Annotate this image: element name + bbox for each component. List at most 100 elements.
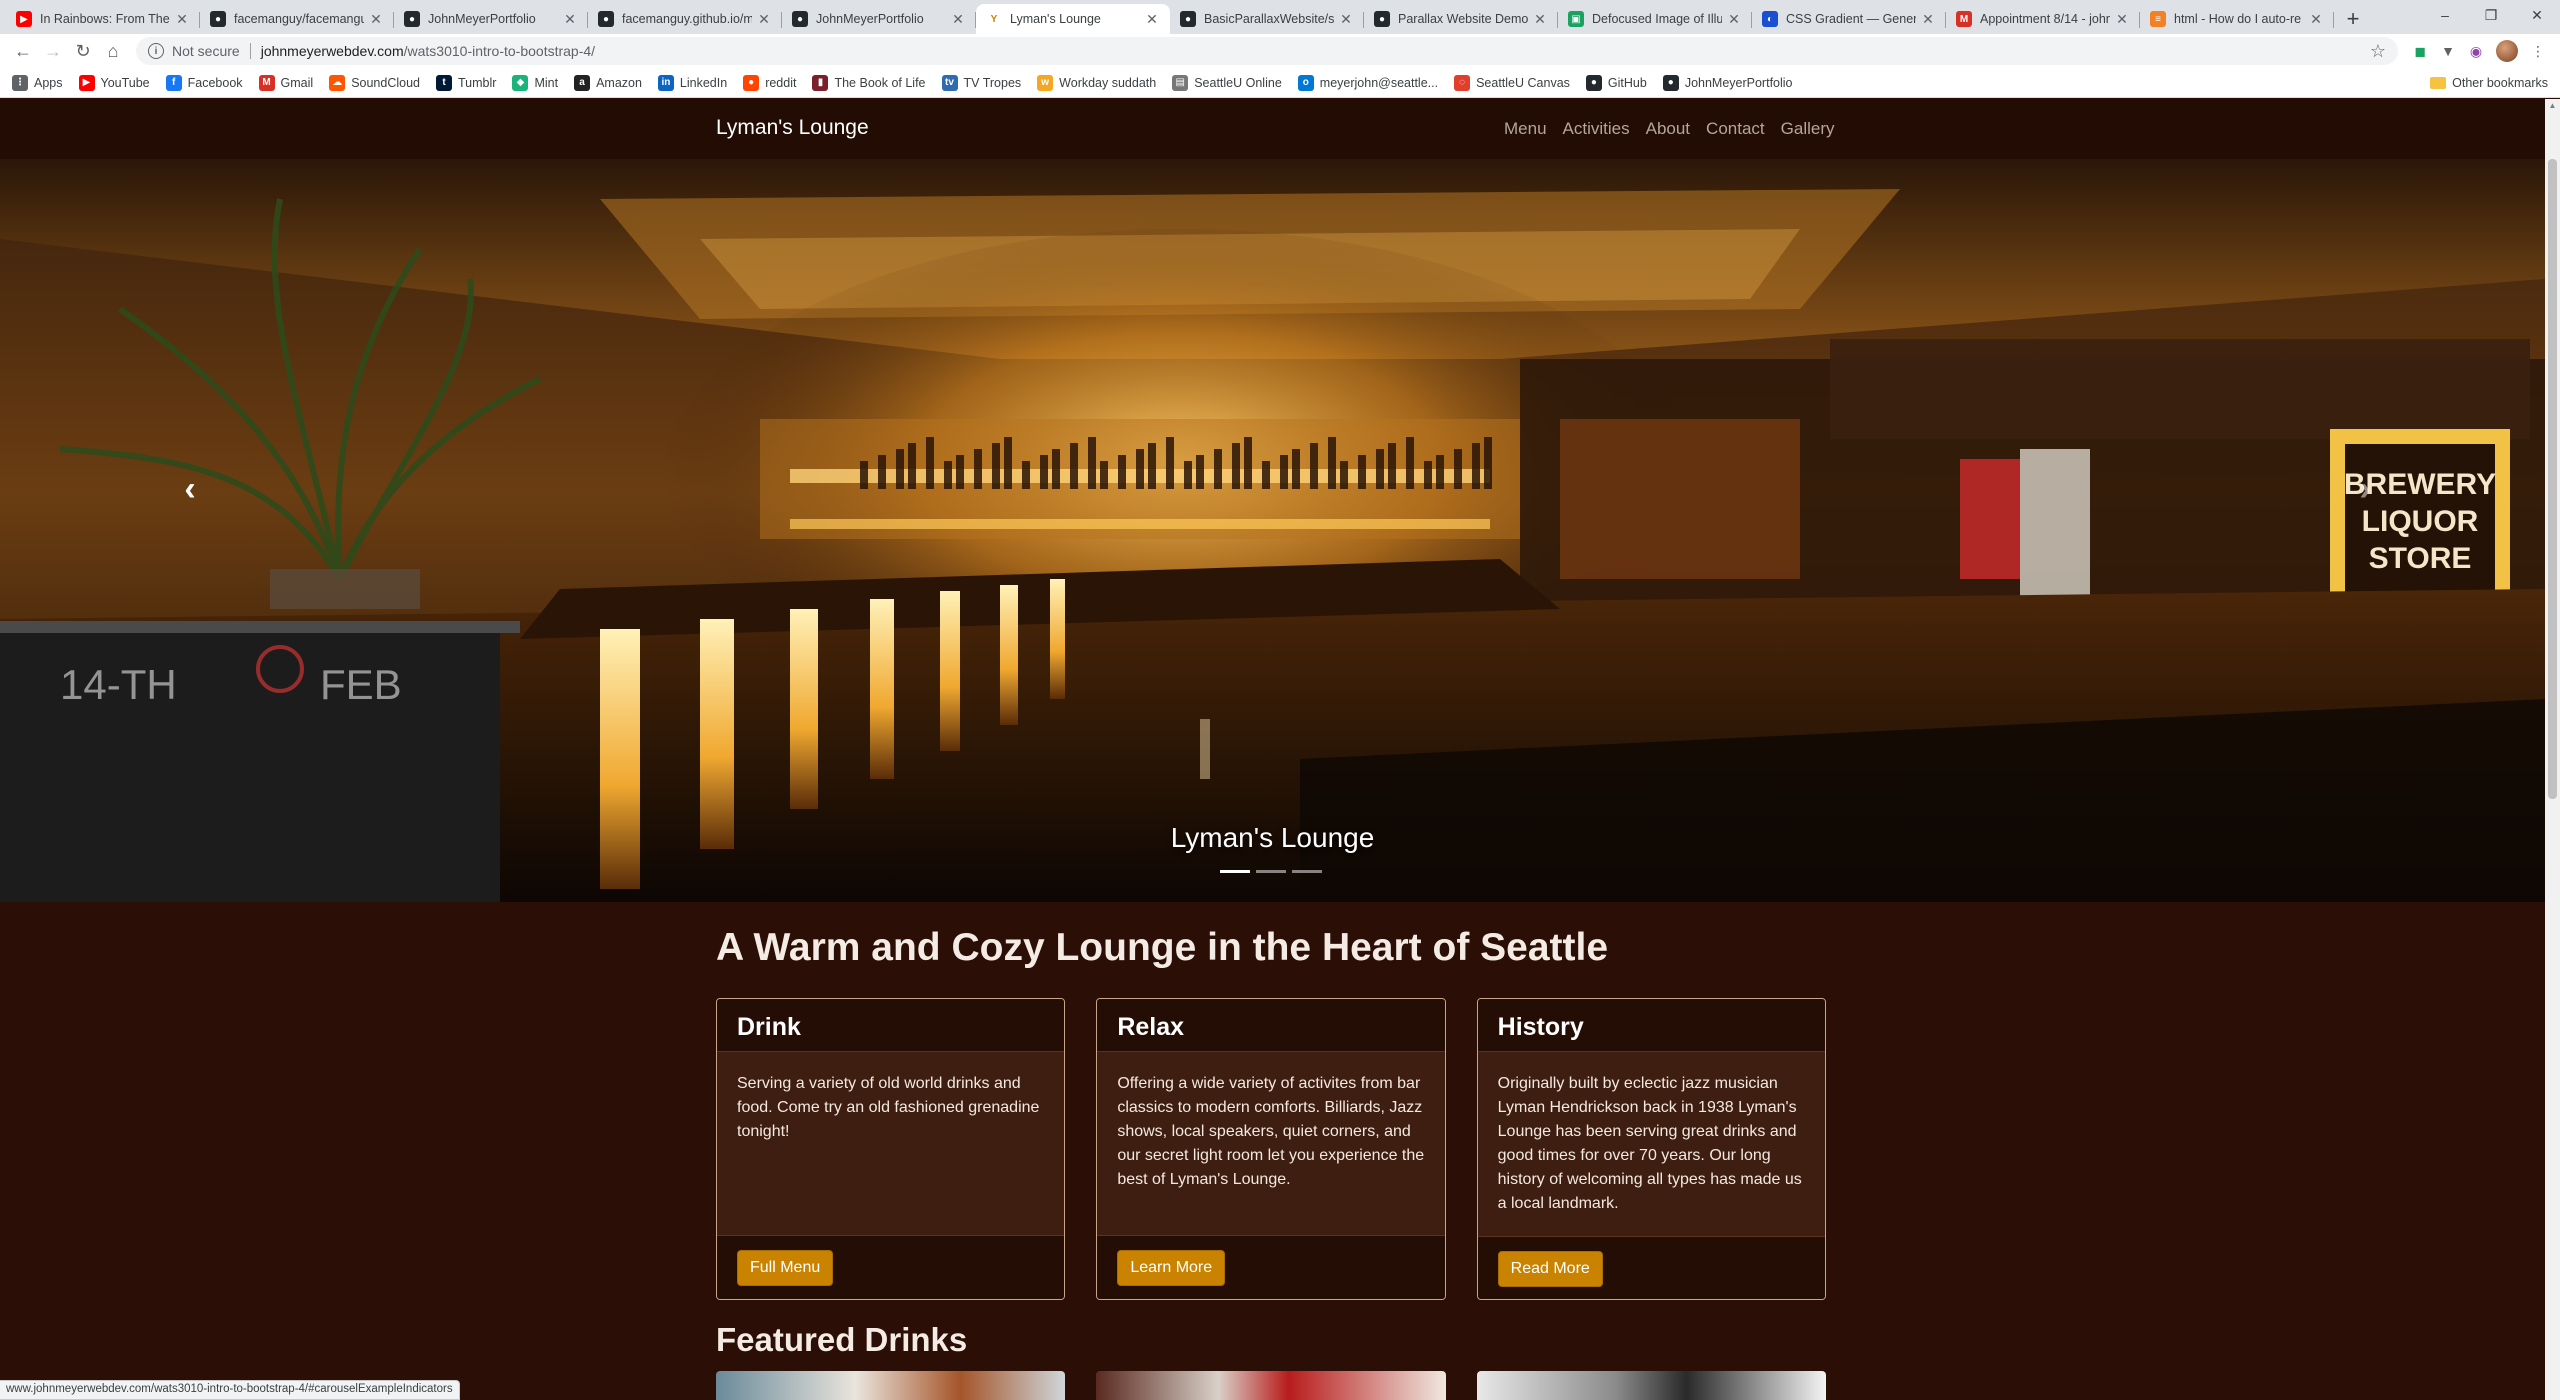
info-icon[interactable]: i [148,43,164,59]
feature-card-relax: Relax Offering a wide variety of activite… [1096,998,1446,1300]
scroll-up-icon[interactable]: ▲ [2548,101,2557,110]
browser-tab[interactable]: ◐ CSS Gradient — Genera ✕ [1752,4,1946,34]
page-scrollbar[interactable]: ▲ [2545,99,2560,1400]
bookmark-item[interactable]: in LinkedIn [657,74,727,91]
bookmark-item[interactable]: o meyerjohn@seattle... [1297,74,1438,91]
bookmark-item[interactable]: tv TV Tropes [941,74,1021,91]
back-icon[interactable]: ← [8,36,38,66]
browser-tab[interactable]: M Appointment 8/14 - john ✕ [1946,4,2140,34]
card-button-full-menu[interactable]: Full Menu [737,1250,834,1286]
bookmark-star-icon[interactable]: ☆ [2370,41,2386,62]
drink-thumbnail[interactable] [1096,1371,1446,1400]
browser-tab[interactable]: ● JohnMeyerPortfolio ✕ [782,4,976,34]
reload-icon[interactable]: ↻ [68,36,98,66]
close-tab-icon[interactable]: ✕ [1338,11,1354,28]
bookmark-item[interactable]: ● reddit [743,74,796,91]
forward-icon[interactable]: → [38,36,68,66]
mint-icon: ◆ [512,74,529,91]
bookmark-item[interactable]: ◆ Mint [512,74,558,91]
tab-title: facemanguy/facemanguy [234,12,364,26]
browser-tab[interactable]: Y Lyman's Lounge ✕ [976,4,1170,34]
address-bar[interactable]: i Not secure johnmeyerwebdev.com/wats301… [136,37,2398,65]
close-tab-icon[interactable]: ✕ [174,11,190,28]
github-icon: ● [1374,11,1390,27]
browser-tab[interactable]: ● BasicParallaxWebsite/sty ✕ [1170,4,1364,34]
browser-tab[interactable]: ● Parallax Website Demo ✕ [1364,4,1558,34]
home-icon[interactable]: ⌂ [98,36,128,66]
site-brand[interactable]: Lyman's Lounge [716,116,869,140]
bookmark-item[interactable]: ● JohnMeyerPortfolio [1662,74,1793,91]
carousel-indicator[interactable] [1256,870,1286,873]
scrollbar-thumb[interactable] [2548,159,2557,799]
bookmark-item[interactable]: ● GitHub [1585,74,1647,91]
bookmark-item[interactable]: ⋮ Apps [12,74,63,91]
apps-icon: ⋮ [12,74,28,91]
feature-card-drink: Drink Serving a variety of old world drin… [716,998,1066,1300]
featured-drinks-row [716,1371,1826,1400]
nav-link-about[interactable]: About [1646,119,1690,139]
bookmark-item[interactable]: ▤ SeattleU Online [1172,74,1282,91]
close-tab-icon[interactable]: ✕ [1920,11,1936,28]
menu-dots-icon[interactable]: ⋮ [2524,37,2552,65]
bookmark-label: Gmail [280,75,314,90]
close-tab-icon[interactable]: ✕ [562,11,578,28]
profile-avatar[interactable] [2496,40,2518,62]
nav-link-gallery[interactable]: Gallery [1781,119,1835,139]
close-tab-icon[interactable]: ✕ [1144,11,1160,28]
browser-tab[interactable]: ● facemanguy.github.io/m ✕ [588,4,782,34]
browser-tab[interactable]: ≡ html - How do I auto-re ✕ [2140,4,2334,34]
browser-tab[interactable]: ● JohnMeyerPortfolio ✕ [394,4,588,34]
bookmark-item[interactable]: f Facebook [165,74,243,91]
browser-tab[interactable]: ▶ In Rainbows: From The B ✕ [6,4,200,34]
bookmark-item[interactable]: a Amazon [574,74,642,91]
bookmark-label: The Book of Life [834,75,926,90]
carousel-indicator[interactable] [1220,870,1250,873]
close-window-icon[interactable]: ✕ [2514,0,2560,30]
close-tab-icon[interactable]: ✕ [2114,11,2130,28]
card-title: Drink [717,999,1065,1052]
nav-link-contact[interactable]: Contact [1706,119,1765,139]
github-icon: ● [210,11,226,27]
extension-icon[interactable]: ◉ [2462,37,2490,65]
minimize-icon[interactable]: – [2422,0,2468,30]
bookmark-label: Tumblr [458,75,497,90]
browser-tab[interactable]: ● facemanguy/facemanguy ✕ [200,4,394,34]
bookmark-item[interactable]: ▮ The Book of Life [812,74,926,91]
vpn-icon[interactable]: ▼ [2434,37,2462,65]
carousel-prev-icon[interactable]: ‹ [170,459,210,519]
nav-link-menu[interactable]: Menu [1504,119,1547,139]
bookmark-item[interactable]: ◌ SeattleU Canvas [1454,74,1570,91]
nav-link-activities[interactable]: Activities [1563,119,1630,139]
close-tab-icon[interactable]: ✕ [950,11,966,28]
carousel-caption: Lyman's Lounge [1170,822,1375,853]
close-tab-icon[interactable]: ✕ [756,11,772,28]
tvtropes-icon: tv [941,74,958,91]
close-tab-icon[interactable]: ✕ [1726,11,1742,28]
tab-title: In Rainbows: From The B [40,12,170,26]
bookmark-item[interactable]: w Workday suddath [1037,74,1156,91]
browser-tab[interactable]: ▣ Defocused Image of Illu ✕ [1558,4,1752,34]
close-tab-icon[interactable]: ✕ [1532,11,1548,28]
close-tab-icon[interactable]: ✕ [368,11,384,28]
bookmark-item[interactable]: ▶ YouTube [78,74,150,91]
card-button-read-more[interactable]: Read More [1497,1251,1603,1287]
page-icon: ▤ [1172,74,1189,91]
drink-thumbnail[interactable] [716,1371,1066,1400]
other-bookmarks[interactable]: Other bookmarks [2430,76,2548,90]
card-body: Offering a wide variety of activites fro… [1117,1075,1425,1188]
bookmark-item[interactable]: t Tumblr [436,74,497,91]
drink-thumbnail[interactable] [1476,1371,1826,1400]
close-tab-icon[interactable]: ✕ [2308,11,2324,28]
tab-title: CSS Gradient — Genera [1786,12,1916,26]
site-nav: Menu Activities About Contact Gallery [1504,119,1835,139]
carousel-next-icon[interactable]: › [2345,459,2385,519]
bookmark-item[interactable]: M Gmail [258,74,314,91]
carousel-indicator[interactable] [1292,870,1322,873]
card-button-learn-more[interactable]: Learn More [1117,1250,1226,1286]
workday-icon: w [1037,74,1054,91]
restore-icon[interactable]: ❐ [2468,0,2514,30]
extension-icon[interactable]: ◼ [2406,37,2434,65]
new-tab-button[interactable]: + [2338,4,2368,34]
bookmark-item[interactable]: ☁ SoundCloud [329,74,420,91]
cocktail-icon: Y [990,13,998,25]
